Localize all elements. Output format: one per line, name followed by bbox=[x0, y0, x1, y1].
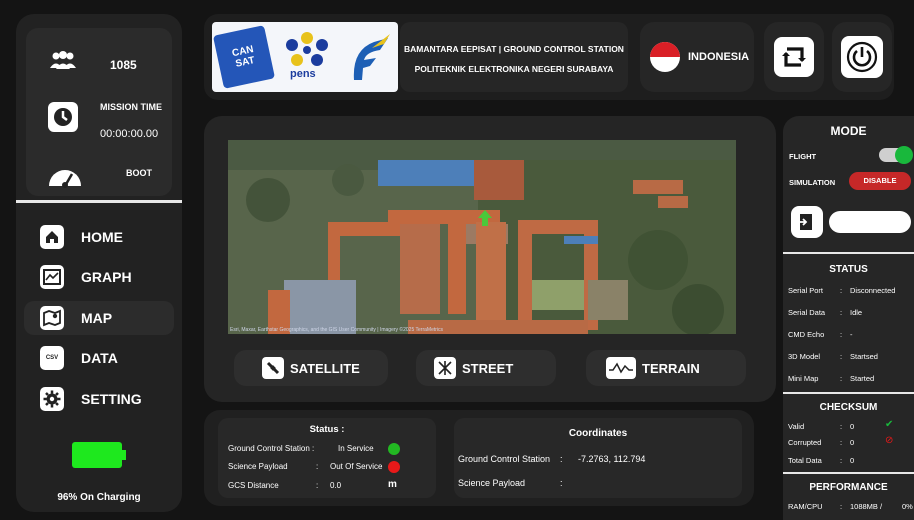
terrain-icon bbox=[606, 357, 636, 379]
state-label: BOOT bbox=[126, 168, 152, 178]
battery-icon bbox=[72, 442, 122, 468]
service-status-title: Status : bbox=[309, 424, 345, 435]
nav-setting[interactable]: SETTING bbox=[24, 382, 174, 416]
power-icon bbox=[841, 36, 883, 78]
gcs-distance-unit: m bbox=[388, 479, 397, 490]
cpu-value: 0% bbox=[902, 502, 913, 511]
door-exit-icon[interactable] bbox=[791, 206, 823, 238]
header: CAN SAT pens BAMANTARA EEPISAT | GROUND … bbox=[204, 14, 894, 100]
country-box: INDONESIA bbox=[640, 22, 754, 92]
nav-map[interactable]: MAP bbox=[24, 301, 174, 335]
simulation-label: SIMULATION bbox=[789, 178, 836, 187]
status-divider bbox=[783, 392, 914, 394]
title-box: BAMANTARA EEPISAT | GROUND CONTROL STATI… bbox=[400, 22, 628, 92]
mission-time-label: MISSION TIME bbox=[100, 102, 163, 112]
gcs-status-label: Ground Control Station : bbox=[228, 444, 315, 453]
flight-label: FLIGHT bbox=[789, 152, 817, 161]
coordinates-title: Coordinates bbox=[568, 428, 628, 439]
map-panel: Esri, Maxar, Earthstar Geographics, and … bbox=[204, 116, 776, 402]
gcs-coord-label: Ground Control Station bbox=[458, 454, 551, 464]
battery-status: 96% On Charging bbox=[57, 492, 141, 503]
nav-graph[interactable]: GRAPH bbox=[24, 260, 174, 294]
home-icon bbox=[40, 225, 64, 249]
gcs-status-value: In Service bbox=[338, 444, 374, 453]
coordinates-card: Coordinates Ground Control Station : -7.… bbox=[454, 418, 742, 498]
gcs-coord-sep: : bbox=[560, 454, 563, 464]
satellite-button[interactable]: SATELLITE bbox=[234, 350, 388, 386]
battery-tip bbox=[122, 450, 126, 460]
checksum-title: CHECKSUM bbox=[819, 402, 878, 413]
nav-map-label: MAP bbox=[81, 310, 113, 326]
ram-value: 1088MB / bbox=[850, 502, 883, 511]
satellite-map[interactable]: Esri, Maxar, Earthstar Geographics, and … bbox=[228, 140, 736, 334]
users-icon bbox=[48, 50, 78, 72]
payload-status-indicator bbox=[388, 461, 400, 473]
cansat-logo-text: CAN SAT bbox=[231, 43, 256, 70]
gcs-coord-value: -7.2763, 112.794 bbox=[578, 454, 646, 464]
nav-home-label: HOME bbox=[81, 229, 123, 245]
street-button[interactable]: STREET bbox=[416, 350, 556, 386]
indonesia-flag-icon bbox=[650, 42, 680, 72]
map-attribution: Esri, Maxar, Earthstar Geographics, and … bbox=[230, 327, 444, 333]
sidebar-divider bbox=[16, 200, 182, 203]
service-status-card: Status : Ground Control Station : In Ser… bbox=[218, 418, 436, 498]
pens-logo-text: pens bbox=[290, 68, 316, 80]
simulation-disable-button[interactable]: DISABLE bbox=[849, 172, 911, 190]
flight-toggle[interactable] bbox=[879, 146, 913, 164]
gear-icon bbox=[40, 387, 64, 411]
gcs-distance-value: 0.0 bbox=[330, 481, 342, 490]
map-icon bbox=[40, 306, 64, 330]
gcs-distance-label: GCS Distance bbox=[228, 481, 279, 490]
refresh-button[interactable] bbox=[764, 22, 824, 92]
csv-icon: CSV bbox=[40, 346, 64, 370]
gcs-distance-sep: : bbox=[316, 481, 319, 490]
clock-icon bbox=[48, 102, 78, 132]
nav-home[interactable]: HOME bbox=[24, 220, 174, 254]
status-title: STATUS bbox=[829, 264, 868, 275]
nav-setting-label: SETTING bbox=[81, 391, 142, 407]
command-input[interactable] bbox=[829, 211, 911, 233]
status-area: Status : Ground Control Station : In Ser… bbox=[204, 410, 754, 506]
nav-data[interactable]: CSV DATA bbox=[24, 341, 174, 375]
checksum-divider bbox=[783, 472, 914, 474]
app-title: BAMANTARA EEPISAT | GROUND CONTROL STATI… bbox=[404, 44, 624, 54]
fast-logo bbox=[344, 30, 392, 84]
gcs-status-indicator bbox=[388, 443, 400, 455]
country-label: INDONESIA bbox=[688, 51, 750, 63]
mission-info-card: 1085 MISSION TIME 00:00:00.00 BOOT bbox=[26, 28, 172, 196]
app-subtitle: POLITEKNIK ELEKTRONIKA NEGERI SURABAYA bbox=[414, 64, 614, 74]
mode-title: MODE bbox=[830, 124, 867, 138]
payload-coord-label: Science Payload bbox=[458, 478, 526, 488]
terrain-label: TERRAIN bbox=[642, 360, 700, 376]
packet-count: 1085 bbox=[110, 58, 137, 72]
terrain-button[interactable]: TERRAIN bbox=[586, 350, 746, 386]
refresh-icon bbox=[774, 37, 814, 77]
graph-icon bbox=[40, 265, 64, 289]
satellite-label: SATELLITE bbox=[290, 360, 360, 376]
mission-time-value: 00:00:00.00 bbox=[100, 128, 159, 140]
sidebar: 1085 MISSION TIME 00:00:00.00 BOOT HOME … bbox=[16, 14, 182, 512]
street-label: STREET bbox=[462, 360, 514, 376]
logo-box: CAN SAT pens bbox=[212, 22, 398, 92]
performance-title: PERFORMANCE bbox=[809, 482, 888, 493]
nav-data-label: DATA bbox=[81, 350, 118, 366]
pens-logo: pens bbox=[278, 28, 336, 88]
map-imagery bbox=[228, 140, 736, 334]
corrupted-block-icon: ⊘ bbox=[885, 435, 894, 446]
street-icon bbox=[434, 357, 456, 379]
right-panel: MODE FLIGHT SIMULATION DISABLE STATUS Se… bbox=[783, 116, 914, 520]
payload-status-label: Science Payload bbox=[228, 462, 288, 471]
payload-status-value: Out Of Service bbox=[330, 462, 383, 471]
nav-graph-label: GRAPH bbox=[81, 269, 132, 285]
power-button[interactable] bbox=[832, 22, 892, 92]
speedometer-icon bbox=[46, 164, 84, 188]
satellite-icon bbox=[262, 357, 284, 379]
payload-coord-sep: : bbox=[560, 478, 563, 488]
flight-toggle-knob bbox=[895, 146, 913, 164]
cansat-logo: CAN SAT bbox=[212, 25, 276, 89]
payload-status-sep: : bbox=[316, 462, 319, 471]
mode-divider bbox=[783, 252, 914, 254]
valid-check-icon: ✔ bbox=[885, 419, 894, 430]
